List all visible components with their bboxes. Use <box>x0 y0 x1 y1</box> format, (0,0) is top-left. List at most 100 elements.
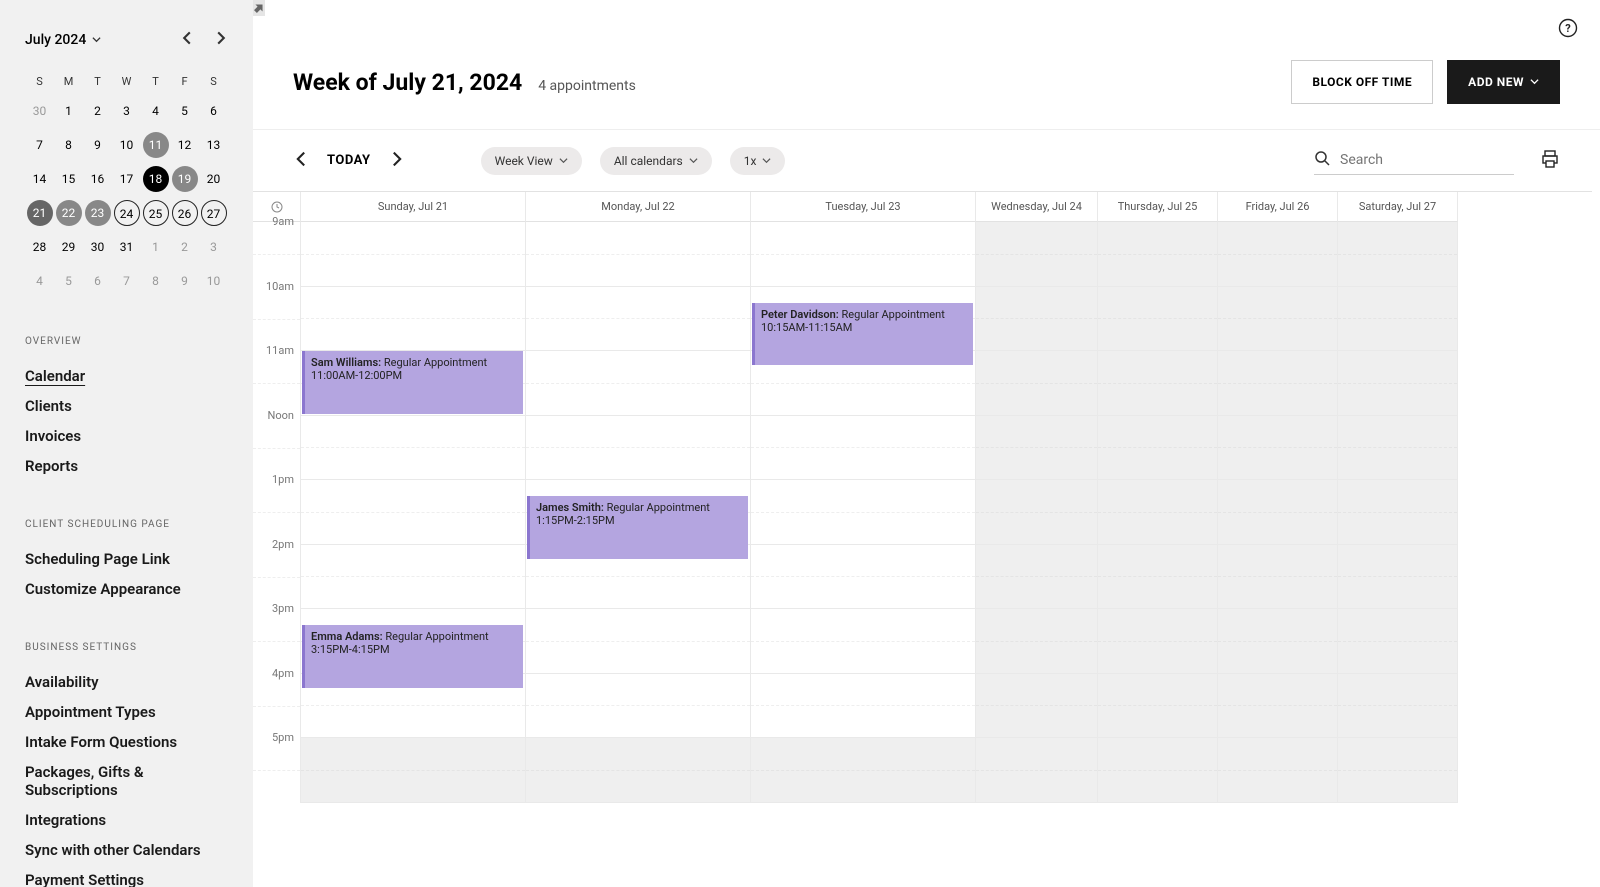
calendar-cell[interactable] <box>976 416 1098 481</box>
calendar-cell[interactable] <box>1098 738 1218 803</box>
calendar-cell[interactable] <box>1098 480 1218 545</box>
calendar-cell[interactable] <box>301 545 526 610</box>
print-button[interactable] <box>1540 149 1560 173</box>
calendar-cell[interactable] <box>1098 351 1218 416</box>
calendar-cell[interactable] <box>1098 609 1218 674</box>
today-button[interactable]: TODAY <box>327 153 371 168</box>
month-picker[interactable]: July 2024 <box>25 32 101 48</box>
nav-item-intake-form-questions[interactable]: Intake Form Questions <box>25 727 228 757</box>
mini-cal-day[interactable]: 5 <box>172 98 198 124</box>
calendar-cell[interactable] <box>976 222 1098 287</box>
mini-cal-day[interactable]: 13 <box>201 132 227 158</box>
calendar-cell[interactable] <box>1338 351 1458 416</box>
next-month-button[interactable] <box>214 30 228 49</box>
mini-cal-day[interactable]: 8 <box>143 268 169 294</box>
nav-item-clients[interactable]: Clients <box>25 391 228 421</box>
prev-month-button[interactable] <box>180 30 194 49</box>
appointment-event[interactable]: Emma Adams: Regular Appointment3:15PM-4:… <box>302 625 523 688</box>
calendar-cell[interactable] <box>526 738 751 803</box>
mini-cal-day[interactable]: 17 <box>114 166 140 192</box>
calendar-cell[interactable] <box>976 609 1098 674</box>
calendar-cell[interactable] <box>301 416 526 481</box>
mini-cal-day[interactable]: 15 <box>56 166 82 192</box>
mini-cal-day[interactable]: 19 <box>172 166 198 192</box>
calendar-cell[interactable] <box>1218 416 1338 481</box>
mini-cal-day[interactable]: 7 <box>114 268 140 294</box>
calendar-cell[interactable] <box>1098 674 1218 739</box>
add-new-button[interactable]: ADD NEW <box>1447 60 1560 104</box>
nav-item-packages-gifts-subscriptions[interactable]: Packages, Gifts & Subscriptions <box>25 757 228 805</box>
calendar-cell[interactable] <box>976 287 1098 352</box>
calendar-cell[interactable] <box>1338 674 1458 739</box>
mini-cal-day[interactable]: 9 <box>172 268 198 294</box>
calendar-cell[interactable] <box>1338 609 1458 674</box>
mini-cal-day[interactable]: 2 <box>85 98 111 124</box>
calendar-cell[interactable] <box>1098 222 1218 287</box>
calendar-cell[interactable] <box>1218 351 1338 416</box>
mini-cal-day[interactable]: 31 <box>114 234 140 260</box>
mini-cal-day[interactable]: 29 <box>56 234 82 260</box>
mini-cal-day[interactable]: 16 <box>85 166 111 192</box>
calendar-cell[interactable] <box>1218 738 1338 803</box>
mini-cal-day[interactable]: 5 <box>56 268 82 294</box>
calendar-cell[interactable] <box>301 222 526 287</box>
calendar-cell[interactable] <box>526 222 751 287</box>
calendar-cell[interactable] <box>301 480 526 545</box>
calendar-filter[interactable]: All calendars <box>600 147 712 175</box>
calendar-cell[interactable] <box>751 609 976 674</box>
calendar-cell[interactable] <box>1218 222 1338 287</box>
mini-cal-day[interactable]: 4 <box>27 268 53 294</box>
calendar-cell[interactable] <box>526 674 751 739</box>
calendar-cell[interactable] <box>1338 222 1458 287</box>
appointment-event[interactable]: Peter Davidson: Regular Appointment10:15… <box>752 303 973 366</box>
mini-cal-day[interactable]: 25 <box>143 200 169 226</box>
nav-item-reports[interactable]: Reports <box>25 451 228 481</box>
block-off-time-button[interactable]: BLOCK OFF TIME <box>1291 60 1433 104</box>
help-button[interactable]: ? <box>1558 18 1578 42</box>
mini-cal-day[interactable]: 4 <box>143 98 169 124</box>
mini-cal-day[interactable]: 10 <box>114 132 140 158</box>
calendar-cell[interactable] <box>1338 738 1458 803</box>
search-input[interactable] <box>1340 152 1514 168</box>
calendar-cell[interactable] <box>1218 674 1338 739</box>
mini-cal-day[interactable]: 7 <box>27 132 53 158</box>
nav-item-scheduling-page-link[interactable]: Scheduling Page Link <box>25 544 228 574</box>
mini-cal-day[interactable]: 27 <box>201 200 227 226</box>
calendar-cell[interactable] <box>1098 545 1218 610</box>
calendar-cell[interactable] <box>976 738 1098 803</box>
prev-week-button[interactable] <box>293 151 309 171</box>
calendar-cell[interactable]: James Smith: Regular Appointment1:15PM-2… <box>526 480 751 545</box>
calendar-cell[interactable] <box>1218 609 1338 674</box>
search-box[interactable] <box>1314 146 1514 175</box>
calendar-cell[interactable] <box>526 287 751 352</box>
mini-cal-day[interactable]: 3 <box>114 98 140 124</box>
mini-cal-day[interactable]: 20 <box>201 166 227 192</box>
mini-cal-day[interactable]: 6 <box>201 98 227 124</box>
nav-item-customize-appearance[interactable]: Customize Appearance <box>25 574 228 604</box>
next-week-button[interactable] <box>389 151 405 171</box>
mini-cal-day[interactable]: 14 <box>27 166 53 192</box>
calendar-cell[interactable] <box>976 545 1098 610</box>
calendar-cell[interactable]: Sam Williams: Regular Appointment11:00AM… <box>301 351 526 416</box>
nav-item-invoices[interactable]: Invoices <box>25 421 228 451</box>
calendar-cell[interactable] <box>751 416 976 481</box>
calendar-cell[interactable] <box>751 738 976 803</box>
mini-cal-day[interactable]: 2 <box>172 234 198 260</box>
mini-cal-day[interactable]: 30 <box>85 234 111 260</box>
mini-cal-day[interactable]: 23 <box>85 200 111 226</box>
calendar-cell[interactable] <box>526 416 751 481</box>
mini-cal-day[interactable]: 10 <box>201 268 227 294</box>
nav-item-appointment-types[interactable]: Appointment Types <box>25 697 228 727</box>
calendar-cell[interactable] <box>1218 480 1338 545</box>
nav-item-availability[interactable]: Availability <box>25 667 228 697</box>
mini-cal-day[interactable]: 12 <box>172 132 198 158</box>
mini-cal-day[interactable]: 24 <box>114 200 140 226</box>
zoom-picker[interactable]: 1x <box>730 147 786 175</box>
calendar-cell[interactable] <box>1218 287 1338 352</box>
calendar-cell[interactable] <box>1098 287 1218 352</box>
calendar-cell[interactable] <box>526 609 751 674</box>
nav-item-payment-settings[interactable]: Payment Settings <box>25 865 228 887</box>
mini-cal-day[interactable]: 8 <box>56 132 82 158</box>
calendar-cell[interactable]: Peter Davidson: Regular Appointment10:15… <box>751 287 976 352</box>
calendar-cell[interactable] <box>976 480 1098 545</box>
